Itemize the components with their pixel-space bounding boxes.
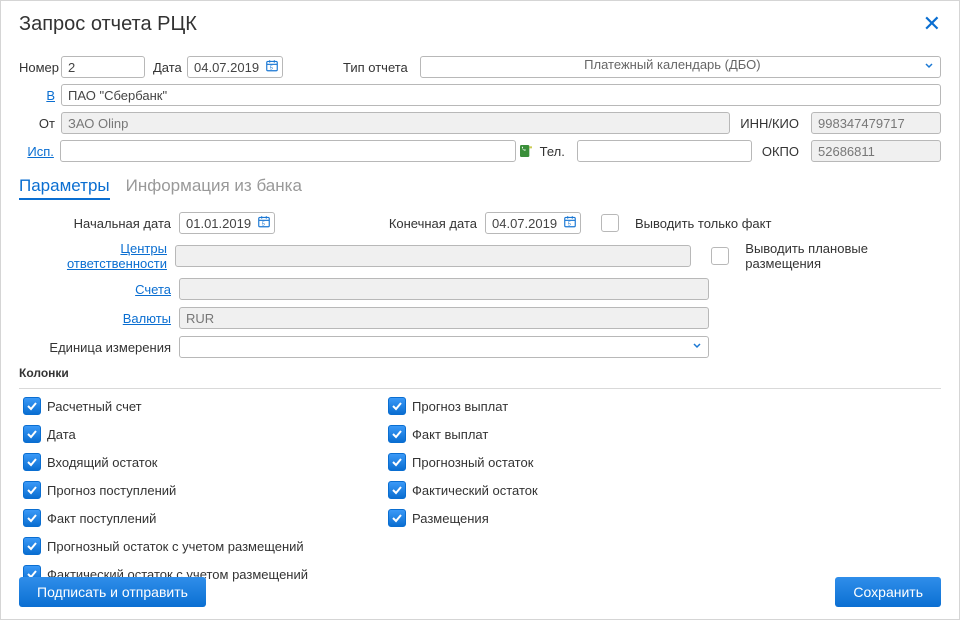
columns-section-label: Колонки bbox=[19, 366, 941, 380]
inn-label: ИНН/КИО bbox=[740, 116, 805, 131]
checkbox-label: Входящий остаток bbox=[47, 455, 158, 470]
close-icon[interactable]: ✕ bbox=[923, 13, 941, 35]
window-title: Запрос отчета РЦК bbox=[19, 13, 197, 36]
column-checkbox-item[interactable]: Расчетный счет bbox=[23, 397, 308, 415]
checkbox-label: Дата bbox=[47, 427, 76, 442]
accounts-label-link[interactable]: Счета bbox=[19, 282, 179, 297]
checkbox-label: Факт поступлений bbox=[47, 511, 156, 526]
okpo-input bbox=[811, 140, 941, 162]
start-date-label: Начальная дата bbox=[19, 216, 179, 231]
checkbox[interactable] bbox=[388, 453, 406, 471]
columns-right-list: Прогноз выплат Факт выплат Прогнозный оста… bbox=[388, 397, 538, 583]
accounts-input[interactable] bbox=[179, 278, 709, 300]
tab-parameters[interactable]: Параметры bbox=[19, 176, 110, 200]
checkbox[interactable] bbox=[23, 509, 41, 527]
column-checkbox-item[interactable]: Прогнозный остаток с учетом размещений bbox=[23, 537, 308, 555]
row-start-end-date: Начальная дата 5 Конечная дата 5 Выводит… bbox=[19, 212, 941, 234]
currencies-input[interactable] bbox=[179, 307, 709, 329]
resp-centers-input[interactable] bbox=[175, 245, 691, 267]
currencies-label-link[interactable]: Валюты bbox=[19, 311, 179, 326]
checkbox[interactable] bbox=[23, 537, 41, 555]
tab-bank-info[interactable]: Информация из банка bbox=[126, 176, 302, 200]
column-checkbox-item[interactable]: Прогнозный остаток bbox=[388, 453, 538, 471]
inn-input bbox=[811, 112, 941, 134]
checkbox-label: Прогноз поступлений bbox=[47, 483, 176, 498]
column-checkbox-item[interactable]: Входящий остаток bbox=[23, 453, 308, 471]
row-bank: В bbox=[19, 84, 941, 106]
from-input bbox=[61, 112, 730, 134]
checkbox[interactable] bbox=[23, 397, 41, 415]
date-label: Дата bbox=[153, 60, 187, 75]
columns-container: Расчетный счет Дата Входящий остаток Прогно… bbox=[19, 397, 941, 583]
checkbox[interactable] bbox=[23, 453, 41, 471]
phone-book-icon[interactable] bbox=[518, 143, 534, 159]
checkbox[interactable] bbox=[388, 509, 406, 527]
fact-only-label: Выводить только факт bbox=[635, 216, 771, 231]
column-checkbox-item[interactable]: Прогноз поступлений bbox=[23, 481, 308, 499]
tabs: Параметры Информация из банка bbox=[19, 176, 941, 200]
calendar-icon[interactable]: 5 bbox=[265, 59, 279, 76]
calendar-icon[interactable]: 5 bbox=[257, 215, 271, 232]
checkbox[interactable] bbox=[23, 481, 41, 499]
isp-label-link[interactable]: Исп. bbox=[19, 144, 60, 159]
checkbox-label: Факт выплат bbox=[412, 427, 488, 442]
number-input[interactable] bbox=[61, 56, 145, 78]
checkbox-label: Прогнозный остаток bbox=[412, 455, 533, 470]
end-date-label: Конечная дата bbox=[375, 216, 485, 231]
checkbox[interactable] bbox=[388, 397, 406, 415]
row-number-date-type: Номер Дата 5 Тип отчета Платежный календ… bbox=[19, 56, 941, 78]
checkbox-label: Фактический остаток bbox=[412, 483, 538, 498]
svg-text:5: 5 bbox=[568, 222, 571, 228]
report-type-label: Тип отчета bbox=[343, 60, 414, 75]
row-accounts: Счета bbox=[19, 278, 941, 300]
svg-text:5: 5 bbox=[270, 66, 273, 72]
bank-input[interactable] bbox=[61, 84, 941, 106]
columns-left-list: Расчетный счет Дата Входящий остаток Прогно… bbox=[23, 397, 308, 583]
bank-label-link[interactable]: В bbox=[19, 88, 61, 103]
row-currencies: Валюты bbox=[19, 307, 941, 329]
checkbox-label: Прогноз выплат bbox=[412, 399, 508, 414]
checkbox-label: Размещения bbox=[412, 511, 489, 526]
column-checkbox-item[interactable]: Факт поступлений bbox=[23, 509, 308, 527]
plan-placements-checkbox[interactable] bbox=[711, 247, 729, 265]
column-checkbox-item[interactable]: Дата bbox=[23, 425, 308, 443]
tel-label: Тел. bbox=[540, 144, 571, 159]
titlebar: Запрос отчета РЦК ✕ bbox=[19, 13, 941, 36]
column-checkbox-item[interactable]: Фактический остаток bbox=[388, 481, 538, 499]
save-button[interactable]: Сохранить bbox=[835, 577, 941, 607]
fact-only-checkbox[interactable] bbox=[601, 214, 619, 232]
okpo-label: ОКПО bbox=[762, 144, 805, 159]
calendar-icon[interactable]: 5 bbox=[563, 215, 577, 232]
checkbox[interactable] bbox=[23, 425, 41, 443]
row-isp: Исп. Тел. ОКПО bbox=[19, 140, 941, 162]
checkbox[interactable] bbox=[388, 425, 406, 443]
tel-input[interactable] bbox=[577, 140, 752, 162]
dialog-window: Запрос отчета РЦК ✕ Номер Дата 5 Тип отч… bbox=[0, 0, 960, 620]
divider bbox=[19, 388, 941, 389]
unit-select[interactable] bbox=[179, 336, 709, 358]
svg-text:5: 5 bbox=[262, 222, 265, 228]
checkbox-label: Расчетный счет bbox=[47, 399, 142, 414]
column-checkbox-item[interactable]: Факт выплат bbox=[388, 425, 538, 443]
row-from: От ИНН/КИО bbox=[19, 112, 941, 134]
row-unit: Единица измерения bbox=[19, 336, 941, 358]
checkbox[interactable] bbox=[388, 481, 406, 499]
column-checkbox-item[interactable]: Размещения bbox=[388, 509, 538, 527]
checkbox-label: Прогнозный остаток с учетом размещений bbox=[47, 539, 304, 554]
number-label: Номер bbox=[19, 60, 61, 75]
from-label: От bbox=[19, 116, 61, 131]
sign-send-button[interactable]: Подписать и отправить bbox=[19, 577, 206, 607]
resp-centers-label-link[interactable]: Центры ответственности bbox=[19, 241, 175, 271]
row-resp-centers: Центры ответственности Выводить плановые… bbox=[19, 241, 941, 271]
unit-label: Единица измерения bbox=[19, 340, 179, 355]
report-type-select[interactable]: Платежный календарь (ДБО) bbox=[420, 56, 941, 78]
footer: Подписать и отправить Сохранить bbox=[19, 577, 941, 607]
column-checkbox-item[interactable]: Прогноз выплат bbox=[388, 397, 538, 415]
isp-input[interactable] bbox=[60, 140, 516, 162]
plan-placements-label: Выводить плановые размещения bbox=[745, 241, 941, 271]
